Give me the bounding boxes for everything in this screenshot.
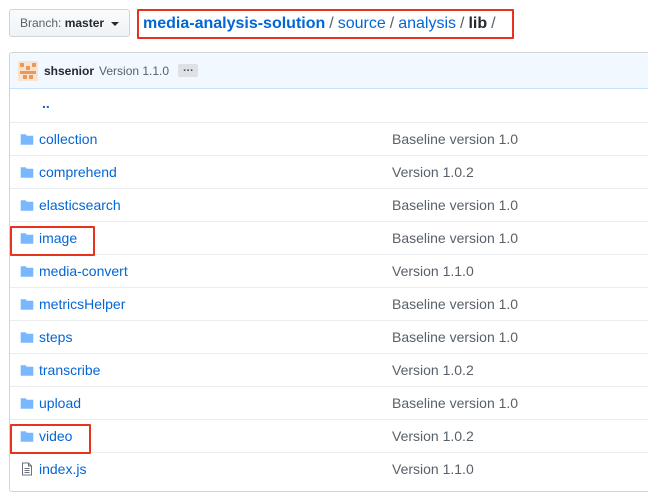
folder-icon xyxy=(20,431,34,442)
commit-message-link[interactable]: Baseline version 1.0 xyxy=(392,131,518,147)
file-row[interactable]: media-convert Version 1.1.0 xyxy=(10,254,648,287)
file-name-link[interactable]: collection xyxy=(39,131,97,147)
file-row[interactable]: comprehend Version 1.0.2 xyxy=(10,155,648,188)
file-row[interactable]: index.js Version 1.1.0 xyxy=(10,452,648,485)
file-name-link[interactable]: media-convert xyxy=(39,263,128,279)
folder-icon xyxy=(20,167,34,178)
folder-icon xyxy=(20,365,34,376)
file-row[interactable]: transcribe Version 1.0.2 xyxy=(10,353,648,386)
file-name-link[interactable]: upload xyxy=(39,395,81,411)
branch-name: master xyxy=(64,16,105,30)
commit-message-link[interactable]: Version 1.1.0 xyxy=(392,461,474,477)
commit-message-link[interactable]: Baseline version 1.0 xyxy=(392,296,518,312)
file-name-link[interactable]: elasticsearch xyxy=(39,197,121,213)
breadcrumb-separator: / xyxy=(491,15,496,32)
file-name-link[interactable]: comprehend xyxy=(39,164,117,180)
breadcrumb-analysis-link[interactable]: analysis xyxy=(398,15,456,32)
commit-message-link[interactable]: Version 1.1.0 xyxy=(99,64,169,78)
commit-message-link[interactable]: Baseline version 1.0 xyxy=(392,230,518,246)
commit-message-link[interactable]: Version 1.0.2 xyxy=(392,164,474,180)
file-icon xyxy=(22,462,32,476)
file-name-link[interactable]: video xyxy=(39,428,72,444)
file-name-link[interactable]: transcribe xyxy=(39,362,100,378)
commit-ellipsis-button[interactable]: … xyxy=(178,63,199,77)
avatar[interactable] xyxy=(18,60,38,81)
breadcrumb-separator: / xyxy=(460,15,465,32)
file-row[interactable]: collection Baseline version 1.0 xyxy=(10,122,648,155)
folder-icon xyxy=(20,134,34,145)
commit-message-link[interactable]: Baseline version 1.0 xyxy=(392,197,518,213)
breadcrumb-current: lib xyxy=(468,15,488,32)
breadcrumb: media-analysis-solution / source / analysis /… xyxy=(137,9,514,39)
file-row[interactable]: video Version 1.0.2 xyxy=(10,419,648,452)
folder-icon xyxy=(20,299,34,310)
file-name-link[interactable]: steps xyxy=(39,329,72,345)
folder-icon xyxy=(20,398,34,409)
file-row[interactable]: image Baseline version 1.0 xyxy=(10,221,648,254)
branch-selector-button[interactable]: Branch: master xyxy=(9,9,130,37)
commit-message-link[interactable]: Version 1.0.2 xyxy=(392,428,474,444)
breadcrumb-repo-link[interactable]: media-analysis-solution xyxy=(143,15,325,32)
folder-icon xyxy=(20,266,34,277)
latest-commit-bar: shsenior Version 1.1.0 … xyxy=(10,53,648,89)
commit-message-link[interactable]: Baseline version 1.0 xyxy=(392,329,518,345)
commit-author-link[interactable]: shsenior xyxy=(44,64,94,78)
parent-directory-row[interactable]: .. xyxy=(10,89,648,122)
file-name-link[interactable]: index.js xyxy=(39,461,86,477)
file-name-link[interactable]: image xyxy=(39,230,77,246)
breadcrumb-source-link[interactable]: source xyxy=(338,15,386,32)
folder-icon xyxy=(20,200,34,211)
folder-icon xyxy=(20,233,34,244)
parent-directory-link[interactable]: .. xyxy=(42,95,50,111)
commit-message-link[interactable]: Version 1.1.0 xyxy=(392,263,474,279)
file-table: shsenior Version 1.1.0 … .. collection Ba… xyxy=(9,52,648,492)
commit-message-link[interactable]: Baseline version 1.0 xyxy=(392,395,518,411)
file-row[interactable]: steps Baseline version 1.0 xyxy=(10,320,648,353)
breadcrumb-separator: / xyxy=(329,15,334,32)
file-name-link[interactable]: metricsHelper xyxy=(39,296,125,312)
commit-message-link[interactable]: Version 1.0.2 xyxy=(392,362,474,378)
caret-down-icon xyxy=(111,21,120,26)
file-row[interactable]: elasticsearch Baseline version 1.0 xyxy=(10,188,648,221)
breadcrumb-separator: / xyxy=(389,15,395,32)
file-row[interactable]: upload Baseline version 1.0 xyxy=(10,386,648,419)
file-row[interactable]: metricsHelper Baseline version 1.0 xyxy=(10,287,648,320)
folder-icon xyxy=(20,332,34,343)
branch-prefix-label: Branch: xyxy=(20,16,62,30)
